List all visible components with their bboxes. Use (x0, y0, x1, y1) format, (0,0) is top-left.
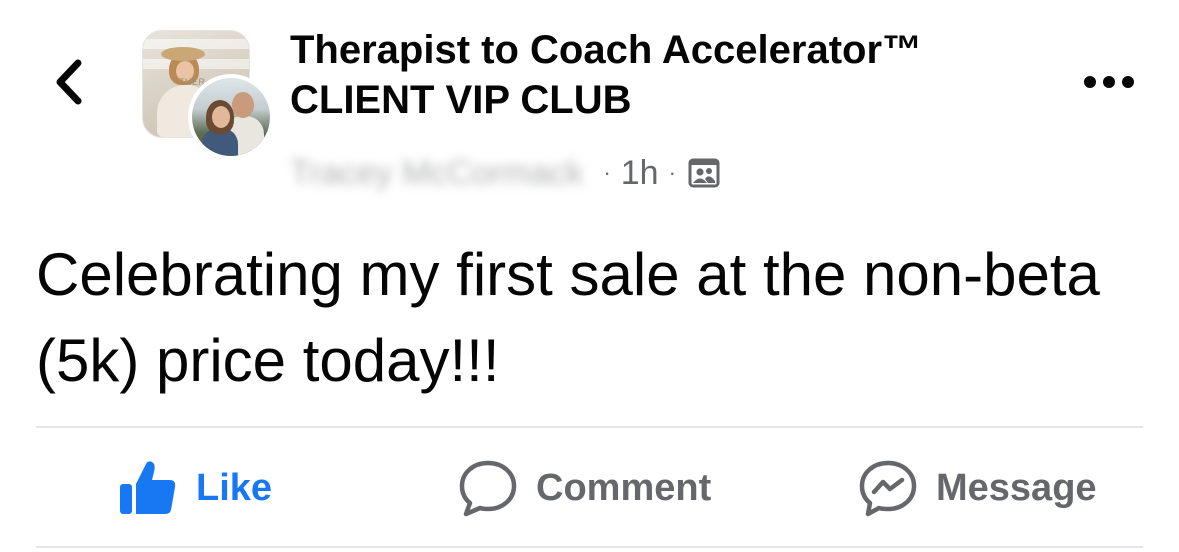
more-options-button[interactable] (1078, 62, 1140, 102)
comment-label: Comment (536, 466, 712, 509)
post-body-text: Celebrating my first sale at the non-bet… (36, 241, 1100, 394)
post-meta: Tracey McCormack · 1h · (290, 150, 720, 196)
group-members-icon[interactable] (688, 157, 720, 189)
back-button[interactable] (46, 52, 92, 112)
message-button[interactable]: Message (858, 455, 1097, 521)
chevron-left-icon (56, 59, 82, 105)
message-label: Message (936, 466, 1097, 509)
comment-button[interactable]: Comment (458, 455, 711, 521)
meta-separator: · (668, 160, 676, 185)
author-avatar[interactable] (188, 74, 274, 160)
divider (36, 546, 1143, 548)
like-button[interactable]: Like (118, 455, 272, 521)
post-timestamp[interactable]: 1h (621, 154, 659, 193)
post-avatars[interactable]: THER (142, 30, 274, 160)
like-label: Like (196, 466, 273, 509)
thumbs-up-icon (120, 461, 176, 514)
more-dots-icon (1084, 76, 1134, 88)
author-name-link[interactable]: Tracey McCormack (290, 154, 583, 193)
messenger-icon (859, 460, 917, 517)
group-name-link[interactable]: Therapist to Coach Accelerator™ CLIENT V… (290, 25, 1050, 125)
comment-bubble-icon (459, 460, 517, 517)
meta-separator: · (603, 160, 611, 185)
divider (36, 426, 1143, 428)
